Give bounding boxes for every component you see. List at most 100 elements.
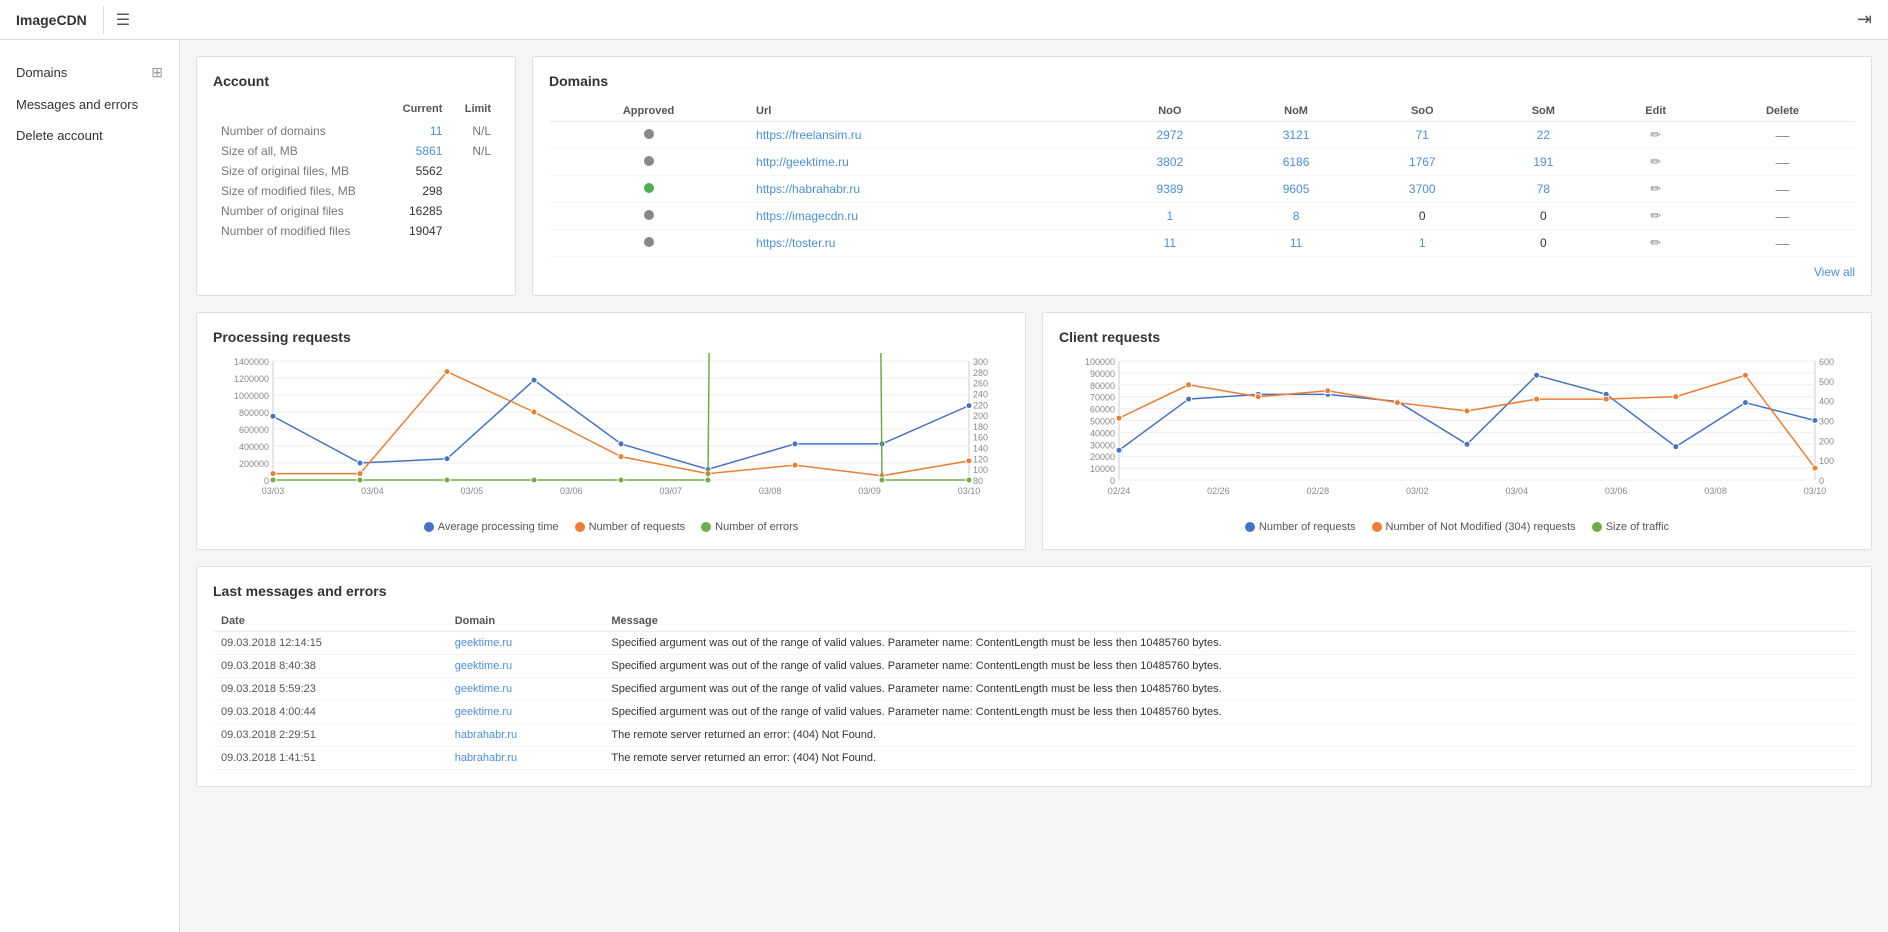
svg-text:0: 0	[1819, 476, 1824, 486]
legend-dot	[424, 522, 434, 532]
svg-text:200000: 200000	[239, 459, 269, 469]
view-all-anchor[interactable]: View all	[1814, 265, 1855, 279]
account-row: Number of domains11N/L	[213, 121, 499, 141]
domains-col-approved: Approved	[549, 101, 748, 122]
message-row: 09.03.2018 8:40:38geektime.ruSpecified a…	[213, 655, 1855, 678]
svg-text:80: 80	[973, 476, 983, 486]
app-logo: ImageCDN	[16, 12, 87, 28]
logout-icon[interactable]: ⇥	[1857, 9, 1872, 29]
message-row: 09.03.2018 5:59:23geektime.ruSpecified a…	[213, 678, 1855, 701]
svg-text:90000: 90000	[1090, 369, 1115, 379]
edit-icon[interactable]: ✏	[1650, 127, 1661, 142]
svg-text:20000: 20000	[1090, 452, 1115, 462]
domains-card: Domains ApprovedUrlNoONoMSoOSoMEditDelet…	[532, 56, 1872, 296]
svg-text:03/06: 03/06	[560, 486, 583, 496]
legend-item: Size of traffic	[1592, 521, 1669, 533]
messages-table: DateDomainMessage 09.03.2018 12:14:15gee…	[213, 611, 1855, 770]
view-all-link[interactable]: View all	[549, 257, 1855, 279]
svg-text:200: 200	[1819, 436, 1834, 446]
account-col-limit: Limit	[450, 101, 499, 121]
message-domain[interactable]: geektime.ru	[455, 660, 512, 672]
messages-col: Domain	[447, 611, 604, 632]
svg-text:600: 600	[1819, 357, 1834, 367]
svg-text:300: 300	[1819, 417, 1834, 427]
domain-row: http://geektime.ru380261861767191✏—	[549, 149, 1855, 176]
svg-text:40000: 40000	[1090, 428, 1115, 438]
delete-icon[interactable]: —	[1776, 154, 1790, 170]
legend-item: Number of errors	[701, 521, 798, 533]
svg-text:800000: 800000	[239, 408, 269, 418]
delete-icon[interactable]: —	[1776, 181, 1790, 197]
edit-icon[interactable]: ✏	[1650, 181, 1661, 196]
account-col-current: Current	[386, 101, 450, 121]
svg-text:03/07: 03/07	[659, 486, 682, 496]
top-nav: ImageCDN ☰ ⇥	[0, 0, 1888, 40]
message-row: 09.03.2018 4:00:44geektime.ruSpecified a…	[213, 701, 1855, 724]
account-row: Size of modified files, MB298	[213, 181, 499, 201]
plus-icon[interactable]: ⊞	[151, 64, 163, 81]
sidebar-item-messages[interactable]: Messages and errors	[0, 89, 179, 120]
svg-text:02/28: 02/28	[1307, 486, 1330, 496]
svg-text:30000: 30000	[1090, 440, 1115, 450]
domains-title: Domains	[549, 73, 1855, 89]
legend-label: Number of errors	[715, 521, 798, 533]
message-domain[interactable]: habrahabr.ru	[455, 752, 517, 764]
svg-text:02/26: 02/26	[1207, 486, 1230, 496]
delete-icon[interactable]: —	[1776, 127, 1790, 143]
svg-text:280: 280	[973, 368, 988, 378]
svg-text:03/04: 03/04	[1505, 486, 1528, 496]
legend-dot	[1592, 522, 1602, 532]
processing-legend: Average processing timeNumber of request…	[213, 521, 1009, 533]
approved-cell	[549, 203, 748, 230]
delete-icon[interactable]: —	[1776, 235, 1790, 251]
svg-text:160: 160	[973, 433, 988, 443]
svg-text:03/10: 03/10	[958, 486, 981, 496]
messages-col: Date	[213, 611, 447, 632]
sidebar: Domains ⊞ Messages and errors Delete acc…	[0, 40, 180, 932]
message-row: 09.03.2018 2:29:51habrahabr.ruThe remote…	[213, 724, 1855, 747]
domains-col-url: Url	[748, 101, 1107, 122]
domain-url[interactable]: https://freelansim.ru	[756, 128, 861, 142]
message-domain[interactable]: geektime.ru	[455, 637, 512, 649]
svg-text:03/09: 03/09	[858, 486, 881, 496]
message-row: 09.03.2018 1:41:51habrahabr.ruThe remote…	[213, 747, 1855, 770]
domains-table: ApprovedUrlNoONoMSoOSoMEditDelete https:…	[549, 101, 1855, 257]
domain-url[interactable]: https://habrahabr.ru	[756, 182, 860, 196]
svg-text:1400000: 1400000	[234, 357, 269, 367]
messages-title: Last messages and errors	[213, 583, 1855, 599]
legend-dot	[575, 522, 585, 532]
svg-text:50000: 50000	[1090, 417, 1115, 427]
charts-row: Processing requests 14000001200000100000…	[196, 312, 1872, 550]
layout: Domains ⊞ Messages and errors Delete acc…	[0, 40, 1888, 932]
domain-url[interactable]: https://imagecdn.ru	[756, 209, 858, 223]
svg-text:100000: 100000	[1085, 357, 1115, 367]
processing-svg: 1400000120000010000008000006000004000002…	[213, 353, 1009, 508]
nav-divider	[103, 6, 104, 34]
main-content: Account Current Limit Number of domains1…	[180, 40, 1888, 932]
edit-icon[interactable]: ✏	[1650, 208, 1661, 223]
domain-row: https://toster.ru111110✏—	[549, 230, 1855, 257]
svg-text:80000: 80000	[1090, 381, 1115, 391]
message-domain[interactable]: geektime.ru	[455, 683, 512, 695]
legend-item: Number of Not Modified (304) requests	[1372, 521, 1576, 533]
sidebar-item-delete-account[interactable]: Delete account	[0, 120, 179, 151]
svg-text:140: 140	[973, 444, 988, 454]
message-domain[interactable]: geektime.ru	[455, 706, 512, 718]
delete-icon[interactable]: —	[1776, 208, 1790, 224]
svg-text:600000: 600000	[239, 425, 269, 435]
messages-col: Message	[603, 611, 1855, 632]
svg-text:1200000: 1200000	[234, 374, 269, 384]
domain-url[interactable]: https://toster.ru	[756, 236, 835, 250]
legend-dot	[1245, 522, 1255, 532]
svg-text:03/06: 03/06	[1605, 486, 1628, 496]
edit-icon[interactable]: ✏	[1650, 154, 1661, 169]
svg-text:400000: 400000	[239, 442, 269, 452]
menu-icon[interactable]: ☰	[116, 10, 130, 30]
edit-icon[interactable]: ✏	[1650, 235, 1661, 250]
sidebar-item-domains[interactable]: Domains ⊞	[0, 56, 179, 89]
message-domain[interactable]: habrahabr.ru	[455, 729, 517, 741]
svg-text:03/10: 03/10	[1804, 486, 1827, 496]
account-card: Account Current Limit Number of domains1…	[196, 56, 516, 296]
svg-text:200: 200	[973, 411, 988, 421]
domain-url[interactable]: http://geektime.ru	[756, 155, 849, 169]
